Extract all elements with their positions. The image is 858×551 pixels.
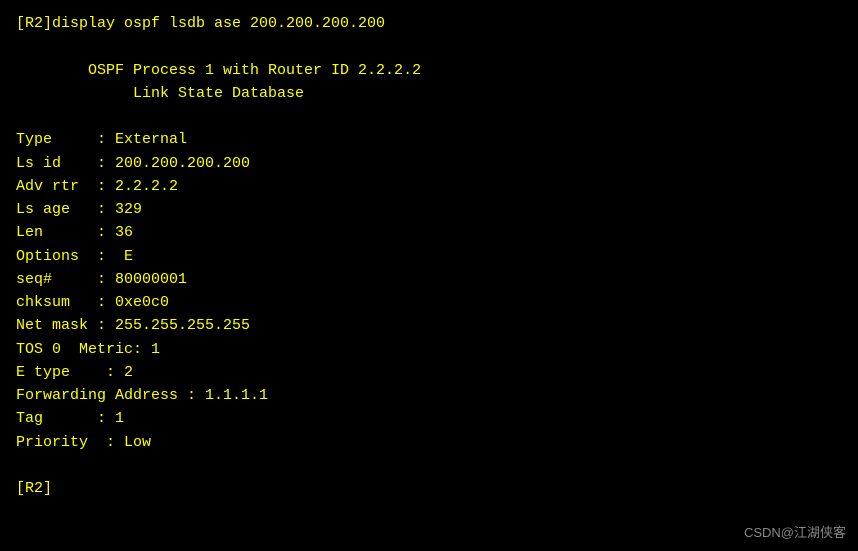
field-row-7: chksum : 0xe0c0	[16, 291, 842, 314]
field-row-10: E type : 2	[16, 361, 842, 384]
field-row-1: Ls id : 200.200.200.200	[16, 152, 842, 175]
field-row-13: Priority : Low	[16, 431, 842, 454]
blank-line-2	[16, 105, 842, 128]
fields-container: Type : ExternalLs id : 200.200.200.200Ad…	[16, 128, 842, 454]
header-line-2: Link State Database	[16, 82, 842, 105]
command-line: [R2]display ospf lsdb ase 200.200.200.20…	[16, 12, 842, 35]
end-prompt: [R2]	[16, 477, 842, 500]
blank-line-3	[16, 454, 842, 477]
field-row-11: Forwarding Address : 1.1.1.1	[16, 384, 842, 407]
field-row-4: Len : 36	[16, 221, 842, 244]
field-row-5: Options : E	[16, 245, 842, 268]
field-row-8: Net mask : 255.255.255.255	[16, 314, 842, 337]
terminal-window: [R2]display ospf lsdb ase 200.200.200.20…	[0, 0, 858, 551]
watermark: CSDN@江湖侠客	[744, 522, 846, 541]
header-line-1: OSPF Process 1 with Router ID 2.2.2.2	[16, 59, 842, 82]
blank-line-1	[16, 35, 842, 58]
field-row-12: Tag : 1	[16, 407, 842, 430]
field-row-6: seq# : 80000001	[16, 268, 842, 291]
field-row-2: Adv rtr : 2.2.2.2	[16, 175, 842, 198]
field-row-3: Ls age : 329	[16, 198, 842, 221]
field-row-9: TOS 0 Metric: 1	[16, 338, 842, 361]
field-row-0: Type : External	[16, 128, 842, 151]
